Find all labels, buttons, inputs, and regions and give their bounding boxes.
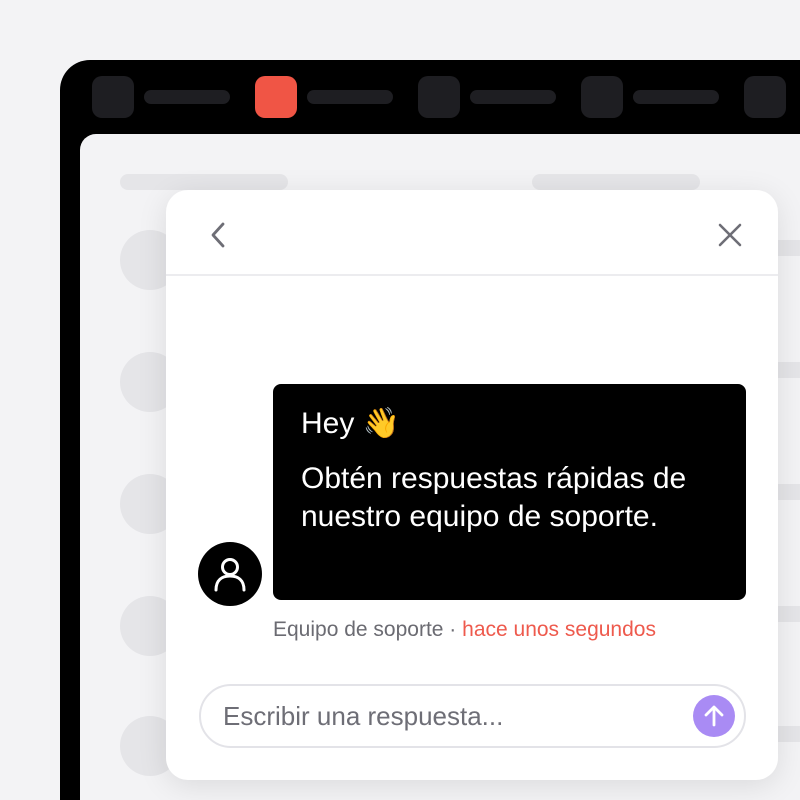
app-tab-icon[interactable] — [581, 76, 623, 118]
message-greeting: Hey 👋 — [301, 406, 718, 442]
close-icon — [718, 223, 742, 247]
app-tab-label — [144, 90, 230, 104]
send-button[interactable] — [693, 695, 735, 737]
message-body: Obtén respuestas rápidas de nuestro equi… — [301, 462, 687, 533]
meta-separator: · — [443, 618, 463, 641]
agent-avatar — [198, 542, 262, 606]
app-tab-icon[interactable] — [744, 76, 786, 118]
app-tab-label — [470, 90, 556, 104]
greeting-text: Hey — [301, 407, 355, 440]
app-tab-bar — [60, 60, 800, 134]
back-button[interactable] — [198, 215, 238, 255]
message-bubble: Hey 👋 Obtén respuestas rápidas de nuestr… — [273, 384, 746, 600]
placeholder-bar — [532, 174, 700, 190]
message-timestamp: hace unos segundos — [462, 618, 656, 641]
app-tab-label — [633, 90, 719, 104]
waving-hand-emoji: 👋 — [362, 407, 401, 440]
app-tab-icon[interactable] — [418, 76, 460, 118]
reply-composer — [199, 684, 746, 748]
app-tab-icon-active[interactable] — [255, 76, 297, 118]
app-tab-icon[interactable] — [92, 76, 134, 118]
app-tab-label — [307, 90, 393, 104]
chat-widget: Hey 👋 Obtén respuestas rápidas de nuestr… — [166, 190, 778, 780]
placeholder-bar — [120, 174, 288, 190]
reply-input[interactable] — [223, 696, 683, 736]
close-button[interactable] — [710, 215, 750, 255]
arrow-up-icon — [704, 705, 724, 727]
chevron-left-icon — [211, 222, 225, 248]
chat-header — [166, 190, 778, 276]
user-icon — [214, 558, 246, 592]
message-meta: Equipo de soporte · hace unos segundos — [273, 618, 656, 642]
sender-name: Equipo de soporte — [273, 618, 444, 641]
